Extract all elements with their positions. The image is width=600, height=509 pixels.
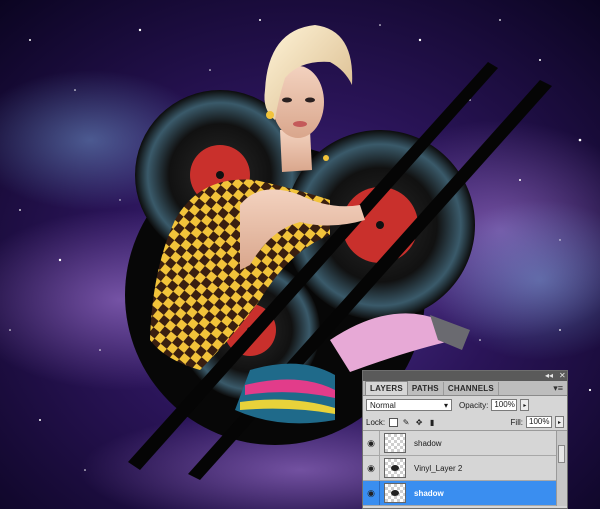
lock-brush-icon[interactable]: ✎ [401,417,411,427]
tab-layers[interactable]: LAYERS [365,381,408,395]
lock-label: Lock: [366,417,386,427]
panel-menu-icon[interactable]: ▾≡ [553,383,563,393]
layers-list: ◉ shadow ◉ Vinyl_Layer 2 ◉ shadow [363,431,567,506]
close-icon[interactable]: ✕ [559,371,566,381]
panel-title-bar[interactable]: ◂◂ ✕ [363,371,567,381]
fill-slider-button[interactable]: ▸ [555,416,564,428]
fill-label: Fill: [510,417,523,427]
blend-mode-value: Normal [370,400,396,410]
layer-name: Vinyl_Layer 2 [414,463,463,473]
tab-channels[interactable]: CHANNELS [444,382,499,395]
opacity-label: Opacity: [459,400,489,410]
layer-row[interactable]: ◉ Vinyl_Layer 2 [363,456,567,481]
fill-input[interactable]: 100% [526,416,552,428]
opacity-slider-button[interactable]: ▸ [520,399,530,411]
layers-panel: ◂◂ ✕ LAYERS PATHS CHANNELS ▾≡ Normal ▾ O… [362,370,568,509]
layer-row-selected[interactable]: ◉ shadow [363,481,567,506]
visibility-eye-icon[interactable]: ◉ [363,481,380,505]
collapse-icon[interactable]: ◂◂ [545,371,553,381]
layers-scrollbar[interactable] [556,431,567,506]
chevron-down-icon: ▾ [443,400,448,410]
panel-tabs: LAYERS PATHS CHANNELS ▾≡ [363,381,567,396]
scroll-thumb[interactable] [558,445,565,463]
layer-name: shadow [414,438,442,448]
lock-row: Lock: ✎ ✥ ▮ Fill: 100% ▸ [363,414,567,431]
layer-thumbnail [384,433,406,453]
lock-all-icon[interactable]: ▮ [427,417,437,427]
blend-mode-select[interactable]: Normal ▾ [366,399,452,411]
tab-paths[interactable]: PATHS [408,382,444,395]
lock-transparent-icon[interactable] [388,417,398,427]
blend-row: Normal ▾ Opacity: 100% ▸ [363,396,567,414]
layer-name: shadow [414,488,444,498]
layer-row[interactable]: ◉ shadow [363,431,567,456]
layer-thumbnail [384,458,406,478]
opacity-input[interactable]: 100% [491,399,518,411]
visibility-eye-icon[interactable]: ◉ [363,456,380,480]
layer-thumbnail [384,483,406,503]
visibility-eye-icon[interactable]: ◉ [363,431,380,455]
lock-move-icon[interactable]: ✥ [414,417,424,427]
